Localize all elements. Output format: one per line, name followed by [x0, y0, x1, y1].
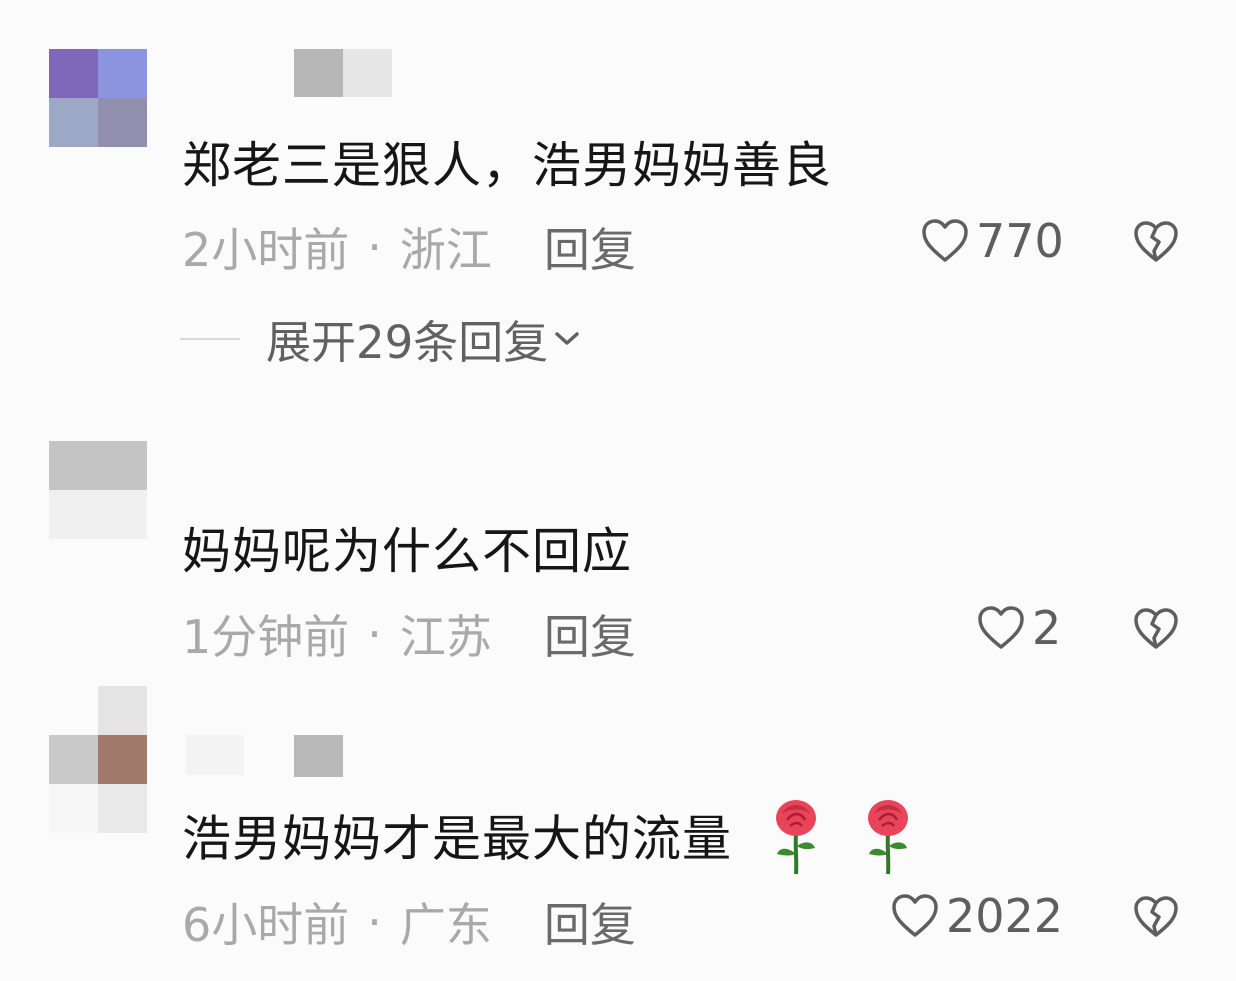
reply-button[interactable]: 回复: [544, 214, 636, 280]
comment-meta: 1分钟前 · 江苏 回复: [182, 601, 636, 667]
comment-text-content: 浩男妈妈才是最大的流量: [182, 810, 733, 868]
expand-replies-button[interactable]: 展开29条回复: [180, 306, 582, 371]
rose-emoji: [767, 796, 825, 888]
avatar[interactable]: [49, 441, 147, 539]
avatar[interactable]: [49, 49, 147, 147]
username-blurred[interactable]: [186, 735, 244, 775]
comment-location: 浙江: [399, 223, 492, 277]
heart-outline-icon: [892, 894, 938, 937]
reply-button[interactable]: 回复: [544, 601, 636, 667]
separator-dot: ·: [367, 220, 382, 274]
chevron-down-icon: [555, 331, 580, 345]
comment-meta: 6小时前 · 广东 回复: [182, 889, 636, 955]
comment-text: 郑老三是狠人，浩男妈妈善良: [182, 137, 833, 194]
comment-time: 6小时前: [182, 898, 350, 952]
comment-meta: 2小时前 · 浙江 回复: [182, 214, 636, 280]
comment-time: 1分钟前: [182, 610, 350, 664]
comment-location: 江苏: [399, 610, 492, 664]
like-button[interactable]: 770: [920, 214, 1064, 268]
username-blurred[interactable]: [294, 49, 392, 97]
broken-heart-icon: [1134, 221, 1178, 262]
like-count: 770: [976, 214, 1064, 268]
comment-text: 妈妈呢为什么不回应: [182, 523, 633, 580]
dislike-button[interactable]: [1132, 895, 1180, 943]
like-count: 2: [1032, 601, 1062, 655]
heart-outline-icon: [978, 606, 1024, 649]
like-button[interactable]: 2022: [890, 889, 1063, 943]
divider-line: [180, 337, 240, 340]
like-button[interactable]: 2: [976, 601, 1061, 655]
rose-emoji: [859, 796, 917, 888]
broken-heart-icon: [1134, 608, 1178, 649]
separator-dot: ·: [367, 895, 382, 949]
username-blurred[interactable]: [294, 735, 343, 777]
comment-text: 浩男妈妈才是最大的流量: [182, 796, 917, 888]
expand-replies-label: 展开29条回复: [266, 316, 549, 369]
dislike-button[interactable]: [1132, 220, 1180, 268]
like-count: 2022: [946, 889, 1064, 943]
dislike-button[interactable]: [1132, 607, 1180, 655]
heart-outline-icon: [922, 219, 968, 262]
broken-heart-icon: [1134, 896, 1178, 937]
separator-dot: ·: [367, 607, 382, 661]
comment-location: 广东: [399, 898, 492, 952]
reply-button[interactable]: 回复: [544, 889, 636, 955]
avatar[interactable]: [49, 686, 147, 833]
comment-time: 2小时前: [182, 223, 350, 277]
